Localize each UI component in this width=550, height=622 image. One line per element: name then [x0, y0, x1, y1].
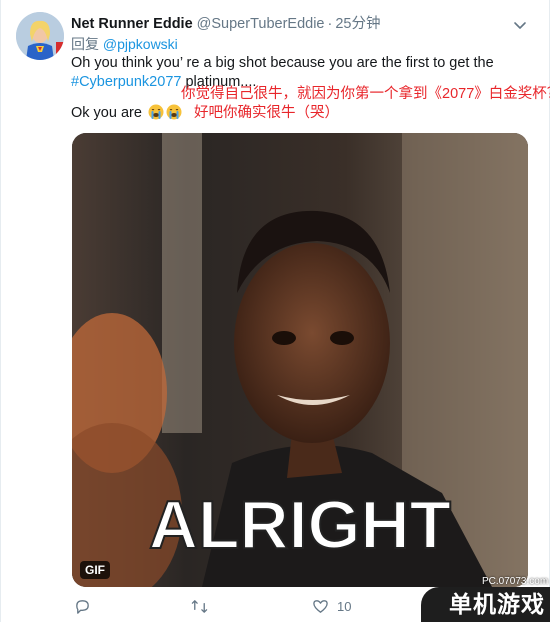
replying-label: 回复 [71, 36, 99, 52]
watermark-logo: 单机游戏 [421, 587, 550, 622]
watermark-url: PC.07073.com [482, 576, 549, 587]
like-button[interactable]: 10 [312, 596, 351, 616]
avatar[interactable] [16, 12, 64, 60]
reply-icon [76, 599, 89, 614]
tweet-text-line-1: Oh you think you’ re a big shot because … [71, 55, 494, 71]
chevron-down-icon[interactable] [511, 16, 529, 34]
replying-to: 回复 @pjpkowski [71, 35, 178, 53]
separator-dot: · [327, 16, 333, 32]
hashtag-link[interactable]: #Cyberpunk2077 [71, 74, 181, 90]
reply-button[interactable] [74, 596, 91, 616]
gif-caption-text: ALRIGHT [149, 487, 451, 563]
display-name[interactable]: Net Runner Eddie [71, 16, 193, 32]
tweet-text-line-3: Ok you are 好吧你确实很牛（哭） [71, 104, 339, 123]
timestamp[interactable]: 25分钟 [335, 16, 380, 32]
gif-media[interactable]: ALRIGHT GIF [72, 133, 528, 587]
tweet-card[interactable]: Net Runner Eddie @SuperTuberEddie · 25分钟 回复… [0, 0, 550, 622]
replying-mention-link[interactable]: @pjpkowski [103, 36, 178, 52]
gif-badge: GIF [80, 561, 110, 579]
translation-annotation-2: 好吧你确实很牛（哭） [193, 105, 339, 121]
translation-annotation-1: 你觉得自己很牛，就因为你第一个拿到《2077》白金奖杯？ [181, 86, 550, 102]
tweet-header: Net Runner Eddie @SuperTuberEddie · 25分钟 [71, 14, 511, 34]
heart-icon [313, 599, 328, 613]
user-handle[interactable]: @SuperTuberEddie [197, 16, 325, 32]
crying-face-icon [166, 104, 182, 120]
like-count: 10 [337, 598, 352, 614]
crying-face-icon [148, 104, 164, 120]
tweet-text-line-3-text: Ok you are [71, 105, 142, 121]
retweet-button[interactable] [191, 596, 208, 616]
retweet-icon [191, 599, 208, 613]
